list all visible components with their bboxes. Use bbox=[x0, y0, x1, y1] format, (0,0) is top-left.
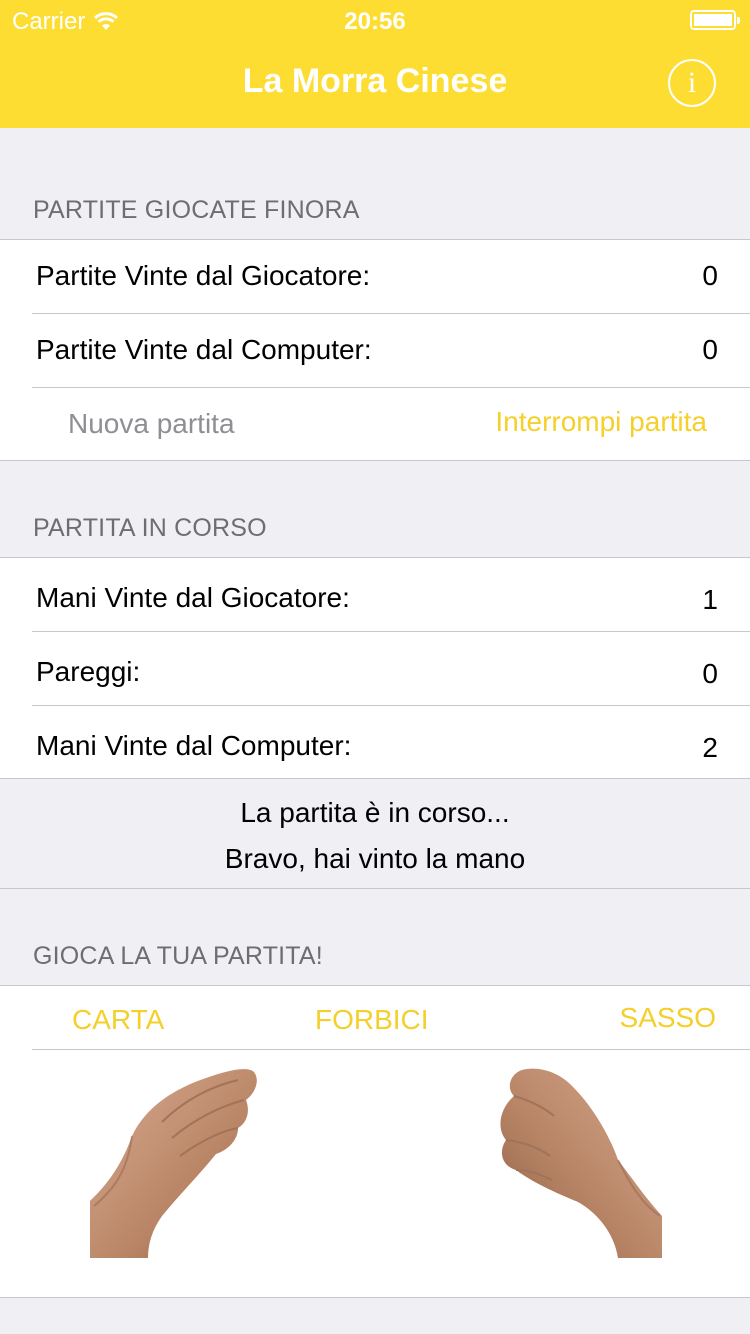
paper-hand-icon bbox=[90, 1069, 257, 1258]
divider bbox=[32, 1049, 750, 1050]
games-group: Partite Vinte dal Giocatore: 0 Partite V… bbox=[0, 239, 750, 461]
stop-game-button[interactable]: Interrompi partita bbox=[495, 406, 707, 438]
computer-hands-won-value: 2 bbox=[702, 732, 718, 763]
player-hands-won-label: Mani Vinte dal Giocatore: bbox=[36, 582, 350, 613]
new-game-button[interactable]: Nuova partita bbox=[68, 408, 235, 440]
draws-row: Pareggi: 0 bbox=[0, 632, 750, 706]
computer-games-won-label: Partite Vinte dal Computer: bbox=[36, 334, 372, 365]
info-button[interactable]: i bbox=[668, 59, 716, 107]
player-hands-won-row: Mani Vinte dal Giocatore: 1 bbox=[0, 558, 750, 632]
computer-games-won-row: Partite Vinte dal Computer: 0 bbox=[0, 314, 750, 388]
status-bar-time: 20:56 bbox=[344, 8, 406, 35]
game-status-text: La partita è in corso... bbox=[240, 797, 510, 828]
player-games-won-label: Partite Vinte dal Giocatore: bbox=[36, 260, 371, 291]
divider bbox=[0, 888, 750, 889]
hand-result-text: Bravo, hai vinto la mano bbox=[224, 843, 526, 874]
play-group: CARTA FORBICI SASSO bbox=[0, 985, 750, 1298]
rock-button[interactable]: SASSO bbox=[620, 1002, 716, 1034]
paper-button[interactable]: CARTA bbox=[72, 1004, 164, 1036]
computer-hands-won-label: Mani Vinte dal Computer: bbox=[36, 730, 352, 761]
player-hands-won-value: 1 bbox=[702, 584, 718, 615]
battery-icon bbox=[690, 10, 740, 30]
scissors-button[interactable]: FORBICI bbox=[315, 1004, 429, 1036]
play-section-header: GIOCA LA TUA PARTITA! bbox=[33, 942, 323, 970]
player-games-won-row: Partite Vinte dal Giocatore: 0 bbox=[0, 240, 750, 314]
current-game-section-header: PARTITA IN CORSO bbox=[33, 514, 267, 542]
rock-hand-icon bbox=[500, 1068, 662, 1258]
draws-value: 0 bbox=[702, 658, 718, 689]
computer-hands-won-row: Mani Vinte dal Computer: 2 bbox=[0, 706, 750, 780]
current-game-group: Mani Vinte dal Giocatore: 1 Pareggi: 0 M… bbox=[0, 557, 750, 779]
games-section-header: PARTITE GIOCATE FINORA bbox=[33, 196, 360, 224]
player-games-won-value: 0 bbox=[702, 260, 718, 291]
game-actions-row: Nuova partita Interrompi partita bbox=[0, 388, 750, 462]
page-title: La Morra Cinese bbox=[242, 62, 508, 100]
draws-label: Pareggi: bbox=[36, 656, 141, 687]
computer-games-won-value: 0 bbox=[702, 334, 718, 365]
